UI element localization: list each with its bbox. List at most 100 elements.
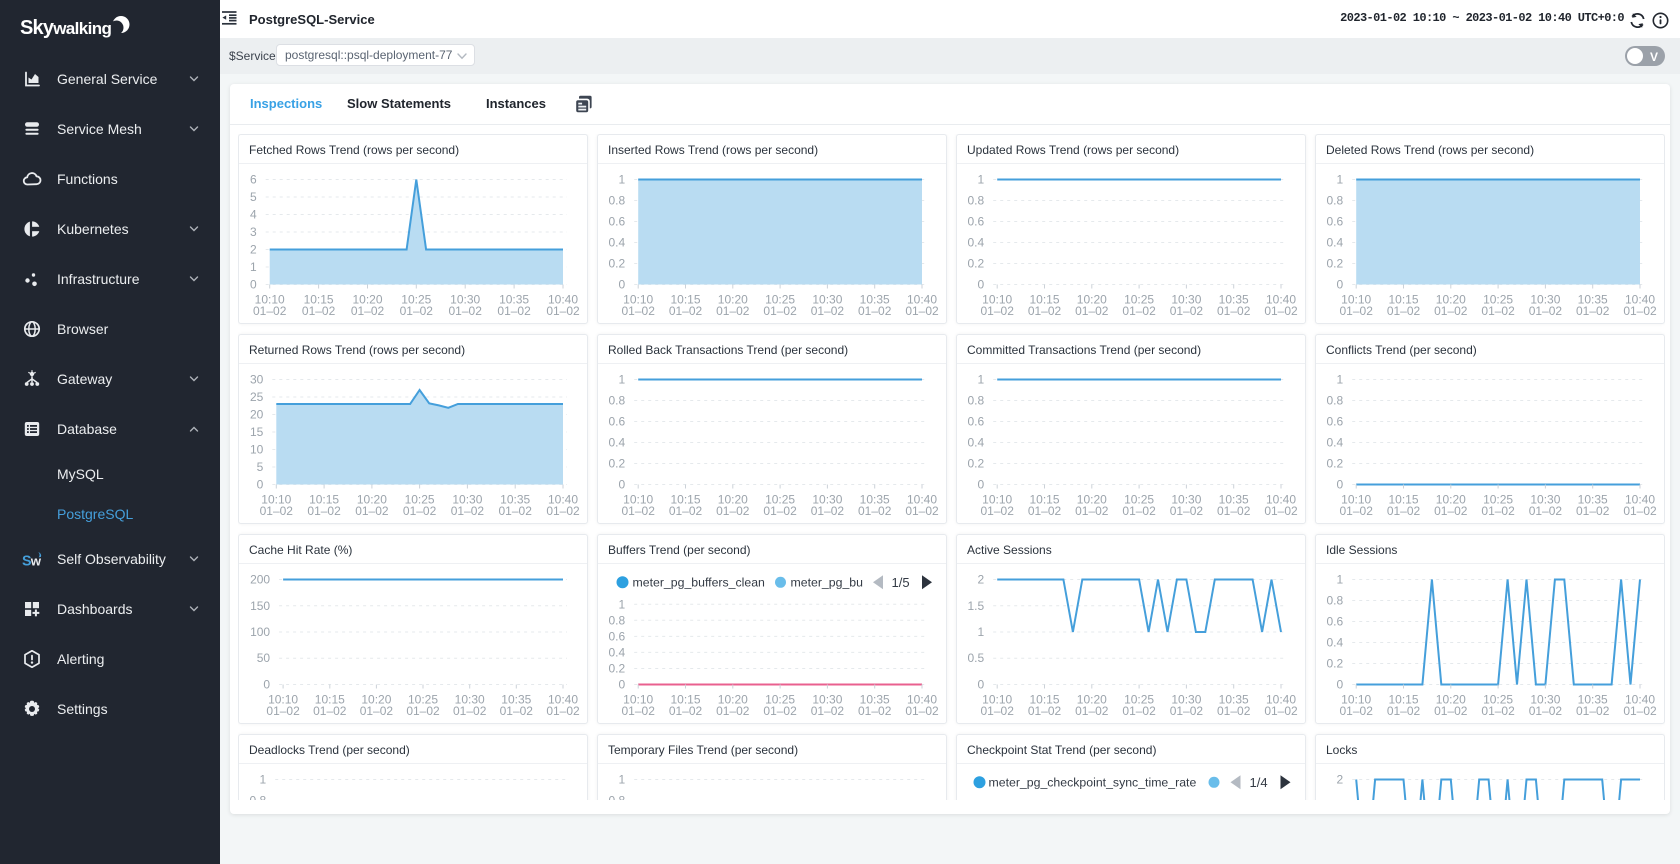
svg-text:5: 5 — [257, 460, 264, 474]
svg-text:01–02: 01–02 — [355, 504, 389, 518]
svg-text:1: 1 — [250, 260, 257, 274]
svg-text:30: 30 — [250, 373, 264, 387]
svg-text:01–02: 01–02 — [1481, 304, 1515, 318]
svg-text:1: 1 — [1337, 373, 1344, 387]
svg-text:01–02: 01–02 — [1340, 704, 1374, 718]
svg-text:01–02: 01–02 — [905, 304, 939, 318]
svg-text:01–02: 01–02 — [622, 304, 656, 318]
svg-text:01–02: 01–02 — [1387, 504, 1421, 518]
svg-text:01–02: 01–02 — [622, 504, 656, 518]
svg-text:01–02: 01–02 — [313, 704, 347, 718]
svg-text:01–02: 01–02 — [858, 304, 892, 318]
svg-text:01–02: 01–02 — [497, 304, 531, 318]
svg-text:0.4: 0.4 — [609, 645, 626, 659]
svg-text:01–02: 01–02 — [266, 704, 300, 718]
svg-text:01–02: 01–02 — [1028, 304, 1062, 318]
svg-text:0.6: 0.6 — [1327, 615, 1344, 629]
svg-text:01–02: 01–02 — [400, 304, 434, 318]
svg-text:100: 100 — [250, 625, 270, 639]
svg-text:01–02: 01–02 — [858, 704, 892, 718]
svg-text:0.2: 0.2 — [968, 257, 985, 271]
svg-text:01–02: 01–02 — [253, 304, 287, 318]
svg-text:6: 6 — [250, 173, 257, 187]
svg-text:01–02: 01–02 — [1122, 704, 1156, 718]
svg-text:01–02: 01–02 — [858, 504, 892, 518]
svg-text:01–02: 01–02 — [763, 704, 797, 718]
svg-text:0.6: 0.6 — [1327, 215, 1344, 229]
svg-text:0.4: 0.4 — [1327, 636, 1344, 650]
svg-text:01–02: 01–02 — [1264, 504, 1298, 518]
svg-text:1: 1 — [619, 597, 626, 611]
svg-text:01–02: 01–02 — [453, 704, 487, 718]
svg-text:01–02: 01–02 — [406, 704, 440, 718]
svg-text:2: 2 — [978, 573, 985, 587]
svg-text:0.8: 0.8 — [250, 794, 267, 801]
svg-text:1: 1 — [619, 173, 626, 187]
svg-text:0.4: 0.4 — [1327, 436, 1344, 450]
svg-text:01–02: 01–02 — [302, 304, 336, 318]
svg-text:01–02: 01–02 — [669, 304, 703, 318]
svg-text:50: 50 — [257, 651, 271, 665]
svg-text:0: 0 — [978, 678, 985, 692]
svg-text:meter_pg_checkpoint_sync_time_: meter_pg_checkpoint_sync_time_rate — [989, 776, 1197, 790]
svg-text:0.8: 0.8 — [1327, 194, 1344, 208]
svg-text:0.2: 0.2 — [1327, 457, 1344, 471]
svg-text:0.2: 0.2 — [1327, 257, 1344, 271]
svg-text:01–02: 01–02 — [1529, 504, 1563, 518]
svg-text:2: 2 — [250, 243, 257, 257]
svg-text:0.4: 0.4 — [609, 436, 626, 450]
svg-text:0: 0 — [250, 278, 257, 292]
svg-text:01–02: 01–02 — [763, 504, 797, 518]
svg-text:01–02: 01–02 — [622, 704, 656, 718]
svg-text:0.8: 0.8 — [968, 194, 985, 208]
svg-text:10: 10 — [250, 443, 264, 457]
svg-text:01–02: 01–02 — [451, 504, 485, 518]
svg-text:01–02: 01–02 — [905, 704, 939, 718]
svg-text:1: 1 — [978, 797, 985, 800]
svg-text:0: 0 — [978, 278, 985, 292]
svg-text:0: 0 — [257, 478, 264, 492]
svg-text:01–02: 01–02 — [811, 704, 845, 718]
svg-text:01–02: 01–02 — [1340, 304, 1374, 318]
svg-text:01–02: 01–02 — [981, 704, 1015, 718]
svg-text:4: 4 — [250, 208, 257, 222]
svg-text:01–02: 01–02 — [1529, 304, 1563, 318]
svg-text:150: 150 — [250, 599, 270, 613]
svg-text:01–02: 01–02 — [1075, 704, 1109, 718]
svg-text:01–02: 01–02 — [1387, 704, 1421, 718]
svg-text:1/5: 1/5 — [892, 575, 910, 590]
svg-text:01–02: 01–02 — [360, 704, 394, 718]
svg-text:01–02: 01–02 — [1623, 304, 1657, 318]
svg-text:01–02: 01–02 — [1481, 704, 1515, 718]
svg-text:0.6: 0.6 — [609, 629, 626, 643]
svg-text:1/4: 1/4 — [1250, 775, 1268, 790]
svg-text:01–02: 01–02 — [716, 504, 750, 518]
svg-text:0: 0 — [619, 278, 626, 292]
svg-text:01–02: 01–02 — [669, 504, 703, 518]
svg-text:01–02: 01–02 — [500, 704, 534, 718]
svg-text:01–02: 01–02 — [1576, 704, 1610, 718]
svg-text:01–02: 01–02 — [1122, 304, 1156, 318]
svg-text:0.8: 0.8 — [1327, 594, 1344, 608]
svg-text:01–02: 01–02 — [669, 704, 703, 718]
svg-text:01–02: 01–02 — [1028, 504, 1062, 518]
svg-text:0.6: 0.6 — [968, 415, 985, 429]
svg-text:01–02: 01–02 — [1028, 704, 1062, 718]
svg-text:0.8: 0.8 — [609, 613, 626, 627]
svg-text:01–02: 01–02 — [716, 304, 750, 318]
svg-text:01–02: 01–02 — [1623, 704, 1657, 718]
svg-text:01–02: 01–02 — [1075, 304, 1109, 318]
svg-text:0: 0 — [619, 678, 626, 692]
svg-text:01–02: 01–02 — [546, 504, 580, 518]
svg-text:01–02: 01–02 — [1529, 704, 1563, 718]
svg-text:1: 1 — [260, 773, 267, 787]
svg-text:0: 0 — [263, 678, 270, 692]
svg-text:0.6: 0.6 — [609, 215, 626, 229]
svg-text:15: 15 — [250, 425, 264, 439]
svg-text:3: 3 — [250, 225, 257, 239]
svg-text:01–02: 01–02 — [1387, 304, 1421, 318]
svg-text:01–02: 01–02 — [981, 504, 1015, 518]
svg-text:01–02: 01–02 — [763, 304, 797, 318]
svg-text:1: 1 — [978, 625, 985, 639]
svg-text:1.5: 1.5 — [968, 599, 985, 613]
